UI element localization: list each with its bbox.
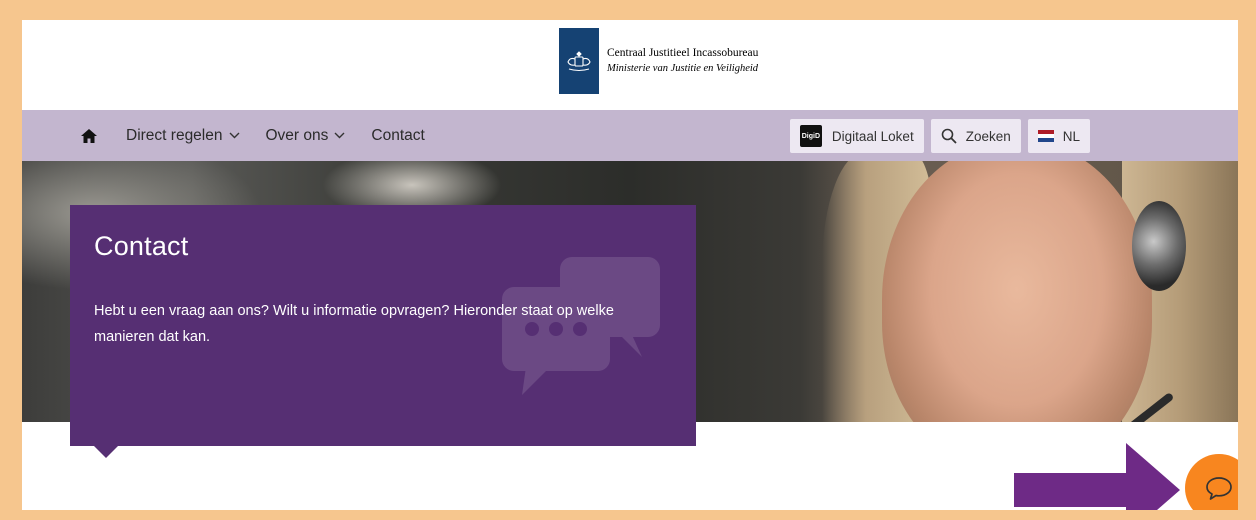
chat-icon	[1206, 477, 1232, 500]
nav-item-contact[interactable]: Contact	[371, 127, 424, 145]
digitaal-loket-label: Digitaal Loket	[831, 128, 914, 144]
home-icon[interactable]	[80, 127, 100, 145]
nav-item-direct-regelen[interactable]: Direct regelen	[126, 127, 240, 145]
language-label: NL	[1062, 128, 1080, 144]
search-button[interactable]: Zoeken	[930, 119, 1021, 153]
chat-bubbles-icon	[502, 257, 660, 395]
main-nav: Direct regelen Over ons Contact DigiD Di…	[22, 110, 1238, 161]
page-frame: Centraal Justitieel Incassobureau Minist…	[22, 20, 1238, 510]
digid-icon: DigiD	[799, 125, 822, 147]
chevron-down-icon	[229, 132, 240, 139]
search-icon	[941, 128, 957, 144]
digitaal-loket-button[interactable]: DigiD Digitaal Loket	[789, 119, 924, 153]
language-button[interactable]: NL	[1027, 119, 1090, 153]
nav-item-label: Direct regelen	[126, 126, 223, 144]
nav-menu: Direct regelen Over ons Contact	[80, 110, 425, 161]
card-pointer	[94, 446, 118, 458]
nav-utility: DigiD Digitaal Loket Zoeken NL	[783, 119, 1090, 153]
contact-intro-card: Contact Hebt u een vraag aan ons? Wilt u…	[70, 205, 696, 446]
nav-item-label: Contact	[371, 126, 425, 144]
chat-button[interactable]	[1185, 454, 1238, 510]
site-logo[interactable]: Centraal Justitieel Incassobureau Minist…	[559, 28, 758, 94]
chevron-down-icon	[334, 132, 345, 139]
arrow-right-icon	[1014, 443, 1180, 510]
search-label: Zoeken	[965, 128, 1011, 144]
ministry-name: Ministerie van Justitie en Veiligheid	[607, 63, 759, 74]
org-name: Centraal Justitieel Incassobureau	[607, 47, 759, 59]
logo-text: Centraal Justitieel Incassobureau Minist…	[607, 46, 758, 76]
dutch-flag-icon	[1037, 130, 1054, 142]
coat-of-arms-icon	[559, 28, 599, 94]
nav-item-over-ons[interactable]: Over ons	[266, 127, 346, 145]
nav-item-label: Over ons	[265, 126, 329, 144]
